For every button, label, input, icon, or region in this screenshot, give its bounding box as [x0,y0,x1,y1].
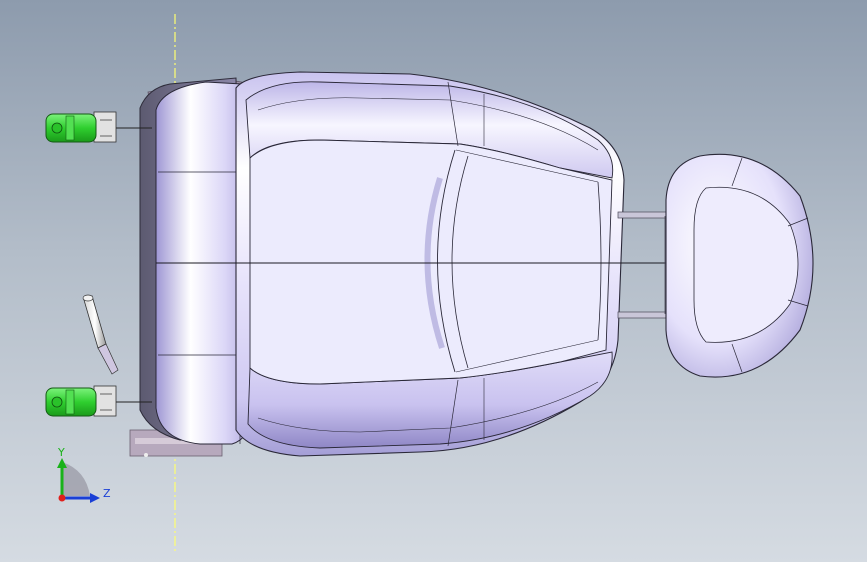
triad-z-arrow-icon [90,493,100,503]
mounting-bracket-bottom[interactable] [45,385,152,417]
mounting-bracket-top[interactable] [45,111,152,143]
axis-triad[interactable]: Y Z [57,446,111,503]
model-view[interactable]: Y Z [0,0,867,562]
headrest[interactable] [665,153,814,378]
headrest-posts[interactable] [617,211,673,319]
triad-z-label: Z [103,487,111,500]
cad-viewport[interactable]: Y Z [0,0,867,562]
seat-center-panel[interactable] [249,139,613,385]
adjustment-lever[interactable] [82,294,119,375]
triad-x-axis-dot [58,494,66,502]
triad-y-label: Y [57,446,65,459]
triad-y-arrow-icon [57,458,67,468]
